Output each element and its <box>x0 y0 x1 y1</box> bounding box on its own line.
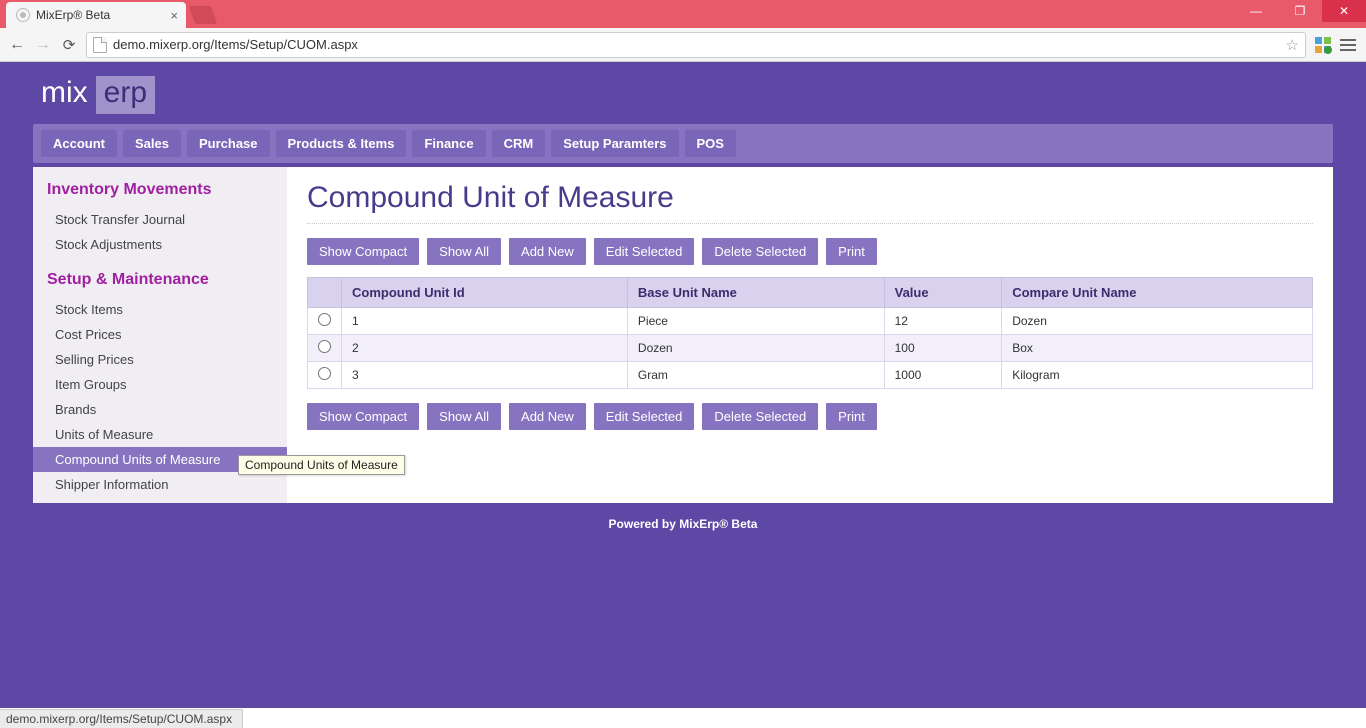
row-select-radio[interactable] <box>318 367 331 380</box>
delete-selected-button[interactable]: Delete Selected <box>702 403 818 430</box>
show-all-button[interactable]: Show All <box>427 238 501 265</box>
sidebar-heading: Setup & Maintenance <box>33 257 287 297</box>
browser-tab[interactable]: MixErp® Beta × <box>6 2 186 28</box>
topnav-item-setup-paramters[interactable]: Setup Paramters <box>551 130 678 157</box>
hover-tooltip: Compound Units of Measure <box>238 455 405 475</box>
window-close-button[interactable]: ✕ <box>1322 0 1366 22</box>
reload-button[interactable]: ⟳ <box>60 36 78 54</box>
cell: Gram <box>627 362 884 389</box>
window-minimize-button[interactable]: — <box>1234 0 1278 22</box>
sidebar-item-stock-transfer-journal[interactable]: Stock Transfer Journal <box>33 207 287 232</box>
action-buttons-bottom: Show Compact Show All Add New Edit Selected… <box>307 403 1313 430</box>
add-new-button[interactable]: Add New <box>509 238 586 265</box>
col-header[interactable]: Value <box>884 278 1002 308</box>
sidebar: Inventory MovementsStock Transfer Journa… <box>33 167 287 503</box>
sidebar-item-brands[interactable]: Brands <box>33 397 287 422</box>
top-nav: AccountSalesPurchaseProducts & ItemsFina… <box>33 124 1333 163</box>
cell: 12 <box>884 308 1002 335</box>
app-viewport: mix erp AccountSalesPurchaseProducts & I… <box>0 62 1366 708</box>
sidebar-item-cost-prices[interactable]: Cost Prices <box>33 322 287 347</box>
table-row: 2Dozen100Box <box>308 335 1313 362</box>
main-content: Compound Unit of Measure Show CompactSho… <box>287 167 1333 503</box>
logo-part2: erp <box>96 76 155 114</box>
delete-selected-button[interactable]: Delete Selected <box>702 238 818 265</box>
cell: Dozen <box>627 335 884 362</box>
topnav-item-account[interactable]: Account <box>41 130 117 157</box>
window-maximize-button[interactable]: ❐ <box>1278 0 1322 22</box>
cell: Box <box>1002 335 1313 362</box>
cell: 3 <box>342 362 628 389</box>
table-row: 3Gram1000Kilogram <box>308 362 1313 389</box>
browser-statusbar: demo.mixerp.org/Items/Setup/CUOM.aspx <box>0 708 1366 728</box>
col-header[interactable]: Compare Unit Name <box>1002 278 1313 308</box>
row-select-cell <box>308 335 342 362</box>
sidebar-item-stock-items[interactable]: Stock Items <box>33 297 287 322</box>
sidebar-item-stock-adjustments[interactable]: Stock Adjustments <box>33 232 287 257</box>
topnav-item-pos[interactable]: POS <box>685 130 736 157</box>
sidebar-item-item-groups[interactable]: Item Groups <box>33 372 287 397</box>
forward-button[interactable]: → <box>34 36 52 54</box>
show-compact-button[interactable]: Show Compact <box>307 238 419 265</box>
cell: 2 <box>342 335 628 362</box>
show-all-button[interactable]: Show All <box>427 403 501 430</box>
cell: Dozen <box>1002 308 1313 335</box>
cell: 100 <box>884 335 1002 362</box>
edit-selected-button[interactable]: Edit Selected <box>594 238 695 265</box>
tab-close-icon[interactable]: × <box>170 8 178 23</box>
sidebar-item-selling-prices[interactable]: Selling Prices <box>33 347 287 372</box>
cell: 1000 <box>884 362 1002 389</box>
action-buttons-top: Show Compact Show All Add New Edit Selected… <box>307 238 1313 265</box>
footer-text: Powered by MixErp® Beta <box>33 517 1333 531</box>
browser-toolbar: ← → ⟳ demo.mixerp.org/Items/Setup/CUOM.a… <box>0 28 1366 62</box>
col-header[interactable]: Compound Unit Id <box>342 278 628 308</box>
cell: Kilogram <box>1002 362 1313 389</box>
print-button[interactable]: Print <box>826 238 877 265</box>
tab-title: MixErp® Beta <box>36 8 110 22</box>
url-text: demo.mixerp.org/Items/Setup/CUOM.aspx <box>113 37 358 52</box>
add-new-button[interactable]: Add New <box>509 403 586 430</box>
page-title: Compound Unit of Measure <box>307 181 1313 224</box>
page-icon <box>93 37 107 53</box>
sidebar-item-units-of-measure[interactable]: Units of Measure <box>33 422 287 447</box>
show-compact-button[interactable]: Show Compact <box>307 403 419 430</box>
logo-part1: mix <box>33 76 92 114</box>
topnav-item-sales[interactable]: Sales <box>123 130 181 157</box>
col-header[interactable]: Base Unit Name <box>627 278 884 308</box>
app-logo[interactable]: mix erp <box>33 76 155 114</box>
address-bar[interactable]: demo.mixerp.org/Items/Setup/CUOM.aspx ☆ <box>86 32 1306 58</box>
topnav-item-products-items[interactable]: Products & Items <box>276 130 407 157</box>
col-select <box>308 278 342 308</box>
status-text: demo.mixerp.org/Items/Setup/CUOM.aspx <box>0 709 243 728</box>
row-select-cell <box>308 308 342 335</box>
row-select-radio[interactable] <box>318 313 331 326</box>
new-tab-button[interactable] <box>189 6 218 24</box>
extension-icon[interactable] <box>1314 36 1332 54</box>
edit-selected-button[interactable]: Edit Selected <box>594 403 695 430</box>
window-controls: — ❐ ✕ <box>1234 0 1366 22</box>
tab-favicon <box>16 8 30 22</box>
data-table: Compound Unit IdBase Unit NameValueCompa… <box>307 277 1313 389</box>
sidebar-heading: Inventory Movements <box>33 167 287 207</box>
cell: Piece <box>627 308 884 335</box>
sidebar-item-shipper-information[interactable]: Shipper Information <box>33 472 287 497</box>
topnav-item-crm[interactable]: CRM <box>492 130 546 157</box>
topnav-item-finance[interactable]: Finance <box>412 130 485 157</box>
table-row: 1Piece12Dozen <box>308 308 1313 335</box>
bookmark-star-icon[interactable]: ☆ <box>1286 36 1299 54</box>
browser-titlebar: MixErp® Beta × — ❐ ✕ <box>0 0 1366 28</box>
print-button[interactable]: Print <box>826 403 877 430</box>
browser-menu-button[interactable] <box>1340 39 1358 51</box>
row-select-cell <box>308 362 342 389</box>
topnav-item-purchase[interactable]: Purchase <box>187 130 270 157</box>
cell: 1 <box>342 308 628 335</box>
back-button[interactable]: ← <box>8 36 26 54</box>
row-select-radio[interactable] <box>318 340 331 353</box>
